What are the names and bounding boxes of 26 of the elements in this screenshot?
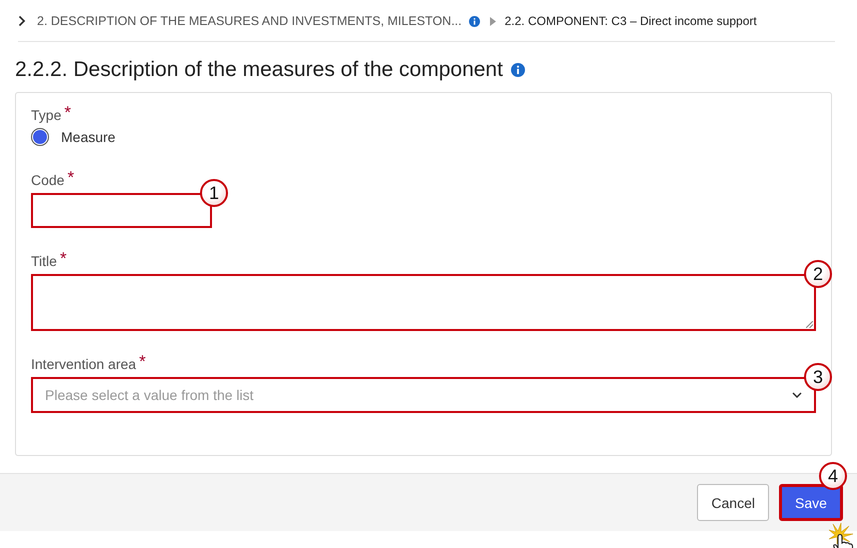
- input-field[interactable]: [31, 193, 212, 228]
- required-asterisk: *: [67, 172, 74, 188]
- resize-handle-icon[interactable]: [806, 321, 813, 328]
- callout-badge: 4: [819, 462, 847, 490]
- breadcrumb-link[interactable]: 2. DESCRIPTION OF THE MEASURES AND INVESTMENTS, MILESTON...: [37, 14, 462, 28]
- required-asterisk: *: [60, 253, 67, 269]
- chevron-right-icon[interactable]: [18, 15, 26, 27]
- triangle-right-icon: [490, 16, 496, 26]
- cancel-button[interactable]: Cancel: [697, 484, 769, 521]
- callout-badge: 3: [804, 363, 832, 391]
- info-icon[interactable]: [510, 63, 525, 77]
- radio-button[interactable]: [31, 128, 49, 146]
- callout-badge: 2: [804, 260, 832, 288]
- info-icon[interactable]: [468, 16, 480, 26]
- callout-badge: 1: [200, 179, 228, 207]
- required-asterisk: *: [139, 356, 146, 372]
- chevron-down-icon: [792, 392, 802, 398]
- save-button[interactable]: Save: [779, 484, 843, 521]
- field-label: Type: [31, 107, 62, 123]
- field-label: Title: [31, 253, 57, 269]
- field-label: Intervention area: [31, 356, 136, 372]
- section-title: 2.2.2. Description of the measures of the component: [15, 58, 503, 82]
- breadcrumb-current: 2.2. COMPONENT: C3 – Direct income support: [504, 14, 757, 28]
- required-asterisk: *: [64, 107, 71, 123]
- radio-label: Measure: [61, 129, 116, 145]
- field-label: Code: [31, 172, 64, 188]
